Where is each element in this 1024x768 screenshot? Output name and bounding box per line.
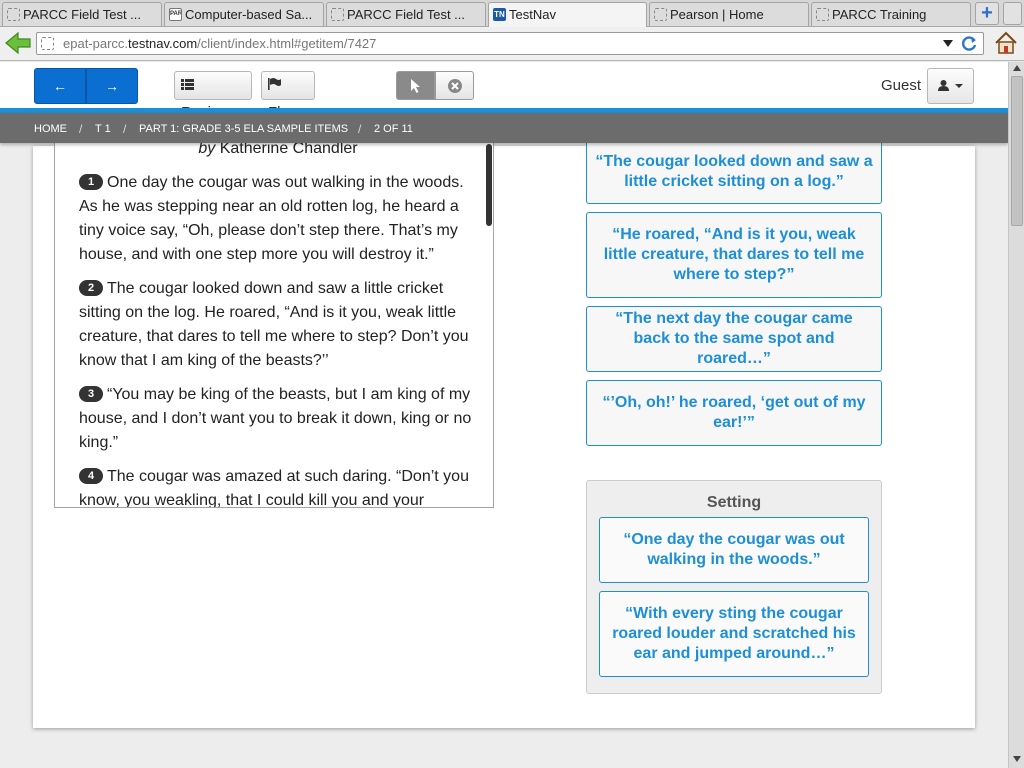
passage-byline: by Katherine Chandler	[198, 142, 358, 157]
flag-icon	[268, 78, 281, 90]
page-viewport: by Katherine Chandler 1 One day the couga…	[0, 62, 1008, 768]
arrow-right-icon: →	[105, 78, 119, 94]
flag-button[interactable]: Flag	[261, 71, 315, 121]
tab-label: TestNav	[509, 7, 556, 22]
browser-tab[interactable]: PARCC Field Test ...	[2, 2, 162, 26]
page-icon	[816, 8, 829, 21]
user-menu-button[interactable]	[927, 68, 974, 104]
tab-label: PARCC Field Test ...	[347, 7, 465, 22]
setting-answer[interactable]: “With every sting the cougar roared loud…	[599, 591, 869, 677]
close-circle-icon	[447, 79, 462, 93]
cursor-arrow-icon	[410, 79, 420, 93]
list-icon	[181, 79, 194, 90]
scrollbar-thumb[interactable]	[1011, 76, 1023, 226]
page-icon	[331, 8, 344, 21]
tab-label: PARCC Training	[832, 7, 927, 22]
browser-tab[interactable]: PARCC Computer-based Sa...	[164, 2, 324, 26]
browser-tab[interactable]: PARCC Field Test ...	[326, 2, 486, 26]
breadcrumb-separator: /	[358, 122, 362, 136]
review-button[interactable]: Review	[174, 71, 252, 121]
page-icon	[654, 8, 667, 21]
new-tab-button[interactable]: +	[975, 2, 999, 25]
breadcrumb-position: 2 OF 11	[374, 123, 413, 135]
back-arrow-icon[interactable]	[4, 30, 32, 56]
setting-answer[interactable]: “One day the cougar was out walking in t…	[599, 517, 869, 583]
tab-label: Pearson | Home	[670, 7, 764, 22]
user-icon	[937, 80, 949, 91]
page-scrollbar[interactable]	[1008, 62, 1024, 768]
parcc-icon: PARCC	[169, 8, 182, 21]
passage-paragraph: 1 One day the cougar was out walking in t…	[79, 174, 464, 263]
answer-eliminator-button[interactable]	[435, 71, 474, 100]
tab-scroll-button[interactable]	[1003, 2, 1022, 25]
breadcrumb-test[interactable]: T 1	[95, 123, 111, 135]
testnav-icon: TN	[493, 8, 506, 21]
passage-panel[interactable]: by Katherine Chandler 1 One day the couga…	[54, 142, 494, 508]
browser-tab-bar: PARCC Field Test ... PARCC Computer-base…	[0, 0, 1024, 27]
tab-label: PARCC Field Test ...	[23, 7, 141, 22]
passage-paragraph: 2 The cougar looked down and saw a little…	[79, 280, 469, 369]
browser-tab[interactable]: PARCC Training	[811, 2, 971, 26]
breadcrumb-separator: /	[123, 122, 127, 136]
passage-scrollbar[interactable]	[486, 144, 492, 226]
answer-choice[interactable]: “’Oh, oh!’ he roared, ‘get out of my ear…	[586, 380, 882, 446]
browser-tab-active[interactable]: TN TestNav	[488, 2, 647, 27]
tab-label: Computer-based Sa...	[185, 7, 313, 22]
breadcrumb-separator: /	[79, 122, 83, 136]
scroll-up-icon[interactable]	[1013, 65, 1021, 71]
browser-tab[interactable]: Pearson | Home	[649, 2, 809, 26]
answer-choice[interactable]: “He roared, “And is it you, weak little …	[586, 212, 882, 298]
breadcrumb: HOME / T 1 / PART 1: GRADE 3-5 ELA SAMPL…	[0, 113, 1008, 143]
arrow-left-icon: ←	[53, 78, 67, 94]
plus-icon: +	[981, 2, 993, 24]
answer-choice[interactable]: “The next day the cougar came back to th…	[586, 306, 882, 372]
page-icon	[7, 8, 20, 21]
breadcrumb-home[interactable]: HOME	[34, 123, 67, 135]
testnav-header: ← → Review Flag Guest	[0, 62, 1008, 121]
next-button[interactable]: →	[86, 68, 138, 104]
previous-button[interactable]: ←	[34, 68, 86, 104]
passage-paragraph: 3 “You may be king of the beasts, but I a…	[79, 386, 472, 451]
caret-down-icon	[955, 84, 964, 88]
user-name-label: Guest	[881, 77, 922, 94]
breadcrumb-part[interactable]: PART 1: GRADE 3-5 ELA SAMPLE ITEMS	[139, 123, 348, 135]
scroll-down-icon[interactable]	[1013, 756, 1021, 762]
pointer-tool-button[interactable]	[396, 71, 435, 100]
page-icon	[41, 37, 54, 50]
passage-paragraph: 4 The cougar was amazed at such daring. “…	[79, 468, 469, 508]
address-bar[interactable]: epat-parcc.testnav.com/client/index.html…	[36, 32, 984, 55]
chevron-down-icon[interactable]	[943, 40, 953, 47]
home-icon[interactable]	[993, 30, 1019, 56]
browser-nav-bar: epat-parcc.testnav.com/client/index.html…	[0, 27, 1024, 61]
reload-icon[interactable]	[959, 34, 979, 54]
url-text[interactable]: epat-parcc.testnav.com/client/index.html…	[63, 36, 376, 51]
setting-title: Setting	[706, 494, 762, 511]
answer-choice[interactable]: “The cougar looked down and saw a little…	[586, 140, 882, 204]
